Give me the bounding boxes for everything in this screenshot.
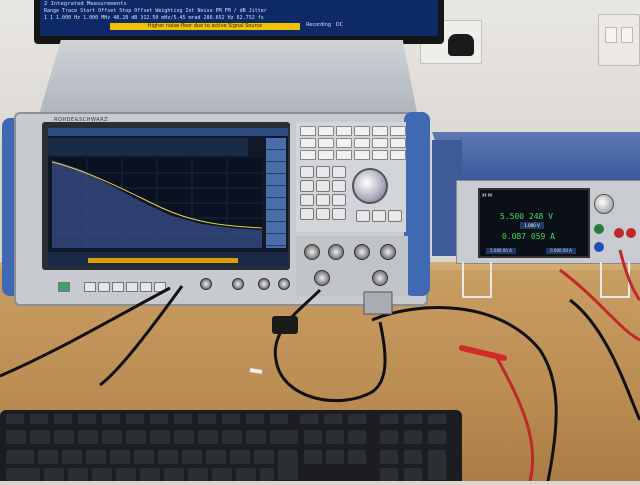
cables (0, 249, 640, 481)
keyboard-keys (6, 414, 446, 481)
keyboard (0, 410, 462, 481)
